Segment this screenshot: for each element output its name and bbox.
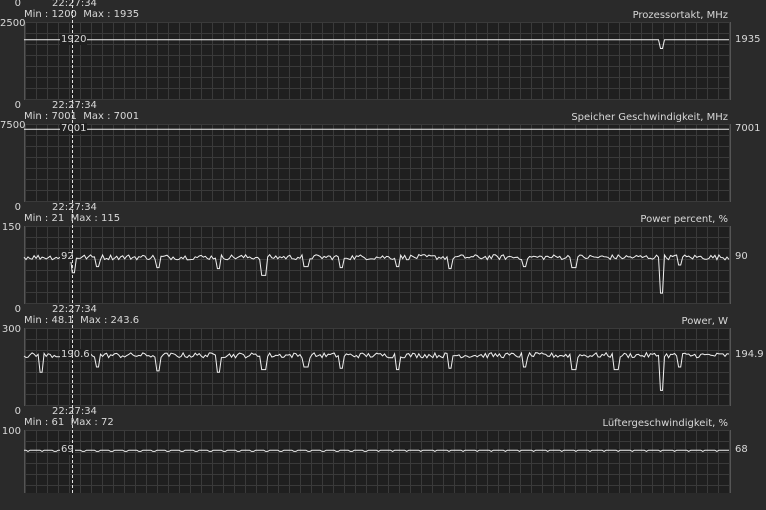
graph-trace-line: [23, 253, 730, 294]
value-at-cursor-label: 1920: [60, 33, 88, 45]
graph-trace-line: [24, 39, 729, 49]
graph-trace-line: [23, 351, 730, 391]
current-value-label: 90: [735, 251, 748, 263]
graph-trace-svg: [24, 39, 729, 49]
value-at-cursor-label: 190.6: [60, 349, 91, 361]
graph-panel: 0 22:27:34 Min : 61 Max : 72 Lüftergeschwin…: [0, 406, 766, 510]
graph-trace-svg: [23, 253, 730, 294]
graph-trace-svg: [24, 128, 729, 130]
graph-panel: 0 22:27:34 Min : 48.1 Max : 243.6 Power, W3…: [0, 304, 766, 408]
time-cursor-line[interactable]: [72, 0, 73, 493]
value-at-cursor-label: 7001: [60, 123, 88, 135]
graph-trace-line: [24, 449, 729, 452]
graph-panel: 0 22:27:34 Min : 1200 Max : 1935 Prozessort…: [0, 0, 766, 102]
graph-panel: 0 22:27:34 Min : 7001 Max : 7001 Speicher G…: [0, 100, 766, 204]
current-value-label: 68: [735, 444, 748, 456]
current-value-label: 194.9: [735, 349, 764, 361]
current-value-label: 7001: [735, 123, 761, 135]
graph-trace-svg: [23, 351, 730, 391]
current-value-label: 1935: [735, 33, 761, 45]
graph-trace-svg: [24, 449, 729, 452]
graph-panel: 0 22:27:34 Min : 21 Max : 115 Power percent…: [0, 202, 766, 306]
